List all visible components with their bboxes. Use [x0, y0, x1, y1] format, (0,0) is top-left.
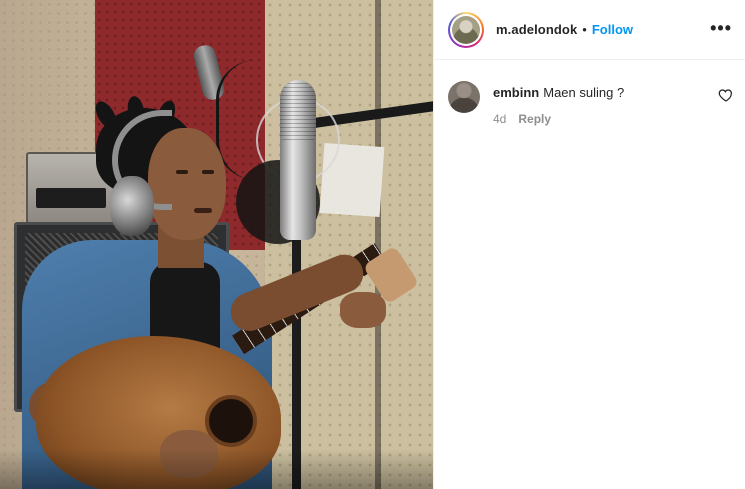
comment-age[interactable]: 4d	[493, 112, 506, 126]
heart-icon[interactable]	[718, 87, 734, 103]
right-wall	[265, 0, 433, 489]
eye	[176, 170, 188, 174]
username-link[interactable]: m.adelondok	[496, 22, 577, 37]
more-options-icon[interactable]: •••	[710, 18, 732, 39]
follow-button[interactable]: Follow	[592, 22, 633, 37]
post-header: m.adelondok • Follow •••	[434, 0, 745, 60]
commenter-avatar[interactable]	[448, 81, 480, 113]
post-info-panel: m.adelondok • Follow ••• embinn Maen suli…	[433, 0, 745, 489]
floor-shadow	[0, 449, 433, 489]
avatar[interactable]	[452, 15, 480, 44]
story-ring[interactable]	[448, 11, 484, 48]
mouth	[194, 208, 212, 213]
reply-button[interactable]: Reply	[518, 112, 551, 126]
commenter-username[interactable]: embinn	[493, 85, 539, 100]
eye	[202, 170, 214, 174]
instagram-post: m.adelondok • Follow ••• embinn Maen suli…	[0, 0, 745, 489]
separator-dot: •	[582, 22, 587, 37]
fretting-hand	[340, 292, 386, 328]
microphone-grill	[280, 80, 316, 140]
comment-meta: 4d Reply	[493, 112, 551, 126]
amp-control-panel	[36, 188, 106, 208]
comment-body: embinn Maen suling ?	[493, 85, 624, 100]
comment-text: Maen suling ?	[543, 85, 625, 100]
avatar-border	[450, 13, 482, 46]
headphone-earcup	[110, 176, 154, 236]
post-photo[interactable]	[0, 0, 433, 489]
